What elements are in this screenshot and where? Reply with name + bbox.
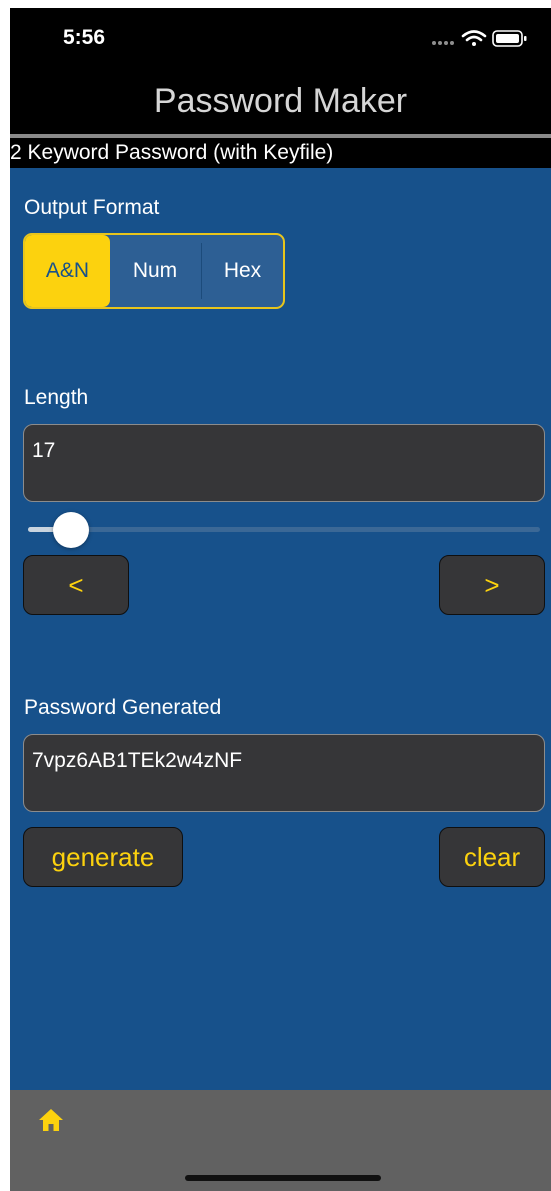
clear-button[interactable]: clear [439, 827, 545, 887]
app-title: Password Maker [153, 82, 408, 120]
length-slider-track[interactable] [28, 527, 540, 532]
generate-button[interactable]: generate [23, 827, 183, 887]
length-label: Length [24, 386, 89, 409]
navigation-bar: Password Maker [10, 68, 551, 136]
format-option-hex[interactable]: Hex [202, 235, 283, 307]
length-input[interactable]: 17 [23, 424, 545, 502]
mode-title: 2 Keyword Password (with Keyfile) [10, 138, 551, 168]
signal-dots-icon [432, 41, 454, 45]
increment-length-button[interactable]: > [439, 555, 545, 615]
format-option-num[interactable]: Num [111, 235, 199, 307]
password-output-field[interactable]: 7vpz6AB1TEk2w4zNF [23, 734, 545, 812]
tab-bar [10, 1090, 551, 1191]
decrement-length-button[interactable]: < [23, 555, 129, 615]
status-icons [431, 28, 531, 48]
length-slider-thumb[interactable] [53, 512, 89, 548]
password-generated-label: Password Generated [24, 696, 222, 719]
format-option-an[interactable]: A&N [25, 235, 110, 307]
output-format-selector[interactable]: A&N Num Hex [23, 233, 285, 309]
home-icon[interactable] [38, 1108, 64, 1137]
app-screen: 5:56 Password Maker 2 Keyword Password (… [10, 8, 551, 1191]
status-bar: 5:56 [10, 8, 551, 68]
battery-icon [492, 30, 527, 47]
home-indicator [185, 1175, 381, 1181]
output-format-label: Output Format [24, 196, 160, 219]
status-time: 5:56 [63, 26, 106, 49]
wifi-icon [461, 30, 487, 46]
